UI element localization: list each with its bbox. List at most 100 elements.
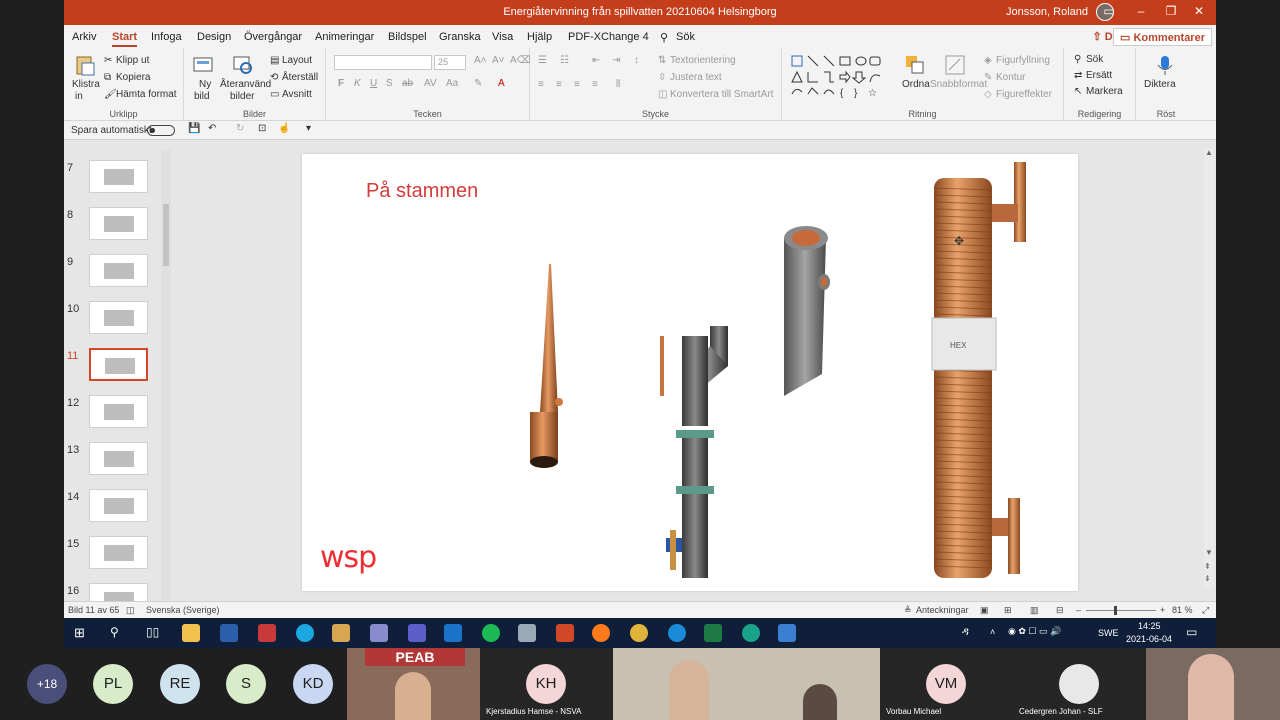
media-player-icon[interactable] <box>332 624 350 642</box>
firefox-icon[interactable] <box>592 624 610 642</box>
tab-arkiv[interactable]: Arkiv <box>72 31 96 43</box>
align-right-icon[interactable]: ≡ <box>574 79 580 90</box>
app-ms-icon[interactable] <box>258 624 276 642</box>
comments-button[interactable]: ▭ Kommentarer <box>1113 28 1212 46</box>
outline-icon[interactable]: ✎ <box>984 72 992 83</box>
select-icon[interactable]: ↖ <box>1074 86 1082 97</box>
slide-thumbnail[interactable] <box>89 160 148 193</box>
columns-icon[interactable]: ⫴ <box>616 79 620 90</box>
copper-heat-exchanger-image[interactable]: HEX <box>922 158 1042 584</box>
ribbon-display-icon[interactable]: ▭ <box>1098 4 1120 20</box>
reset-button[interactable]: Återställ <box>282 72 318 83</box>
dictate-button[interactable]: Diktera <box>1144 79 1176 90</box>
tab-design[interactable]: Design <box>197 31 231 43</box>
internet-explorer-icon[interactable] <box>668 624 686 642</box>
arrange-button[interactable]: Ordna <box>902 79 930 90</box>
reset-icon[interactable]: ⟲ <box>270 72 278 83</box>
shapes-gallery[interactable]: {} ☆ <box>790 54 890 98</box>
notification-icon[interactable]: ▭ <box>1186 625 1197 639</box>
slide-thumbnail[interactable] <box>89 395 148 428</box>
paint-icon[interactable] <box>518 624 536 642</box>
windows-start-icon[interactable]: ⊞ <box>74 625 85 641</box>
paste-button[interactable]: Klistra <box>72 79 100 90</box>
video-tile-3[interactable] <box>613 648 880 720</box>
zoom-in-icon[interactable]: + <box>1160 605 1165 615</box>
touch-mode-icon[interactable]: ☝ <box>278 123 290 134</box>
align-left-icon[interactable]: ≡ <box>538 79 544 90</box>
new-slide-button-line2[interactable]: bild <box>194 91 210 102</box>
slide-thumbnail[interactable] <box>89 348 148 381</box>
reading-view-icon[interactable]: ▥ <box>1030 605 1039 616</box>
copy-icon[interactable]: ⧉ <box>104 72 111 83</box>
slide-thumbnail[interactable] <box>89 489 148 522</box>
find-button[interactable]: Sök <box>1086 54 1103 65</box>
slide-thumbnail[interactable] <box>89 536 148 569</box>
tab-granska[interactable]: Granska <box>439 31 481 43</box>
language-indicator[interactable]: Svenska (Sverige) <box>146 605 220 615</box>
underline-button[interactable]: U <box>370 78 377 89</box>
grow-font-icon[interactable]: A˄ <box>474 55 487 66</box>
zoom-level[interactable]: 81 % <box>1172 605 1193 615</box>
accessibility-icon[interactable]: ◫ <box>126 605 135 616</box>
teams-icon[interactable] <box>408 624 426 642</box>
slide-thumbnail[interactable] <box>89 254 148 287</box>
smartart-button[interactable]: Konvertera till SmartArt <box>670 89 773 100</box>
char-spacing-icon[interactable]: AV <box>424 78 437 89</box>
justify-icon[interactable]: ≡ <box>592 79 598 90</box>
video-tile-4[interactable]: VM Vorbau Michael <box>880 648 1013 720</box>
new-slide-button[interactable]: Ny <box>199 79 211 90</box>
zoom-slider[interactable] <box>1086 610 1156 611</box>
app-globe-icon[interactable] <box>742 624 760 642</box>
taskbar-search-icon[interactable]: ⚲ <box>110 625 119 639</box>
replace-icon[interactable]: ⇄ <box>1074 70 1082 81</box>
present-icon[interactable]: ⊡ <box>258 123 266 134</box>
tab-visa[interactable]: Visa <box>492 31 513 43</box>
tray-icons[interactable]: ◉ ✿ ☐ ▭ 🔊 <box>1008 626 1061 637</box>
slide-scrollbar[interactable]: ▲ ▼ ⇞ ⇟ <box>1204 148 1214 588</box>
font-name-field[interactable] <box>334 55 432 70</box>
participant-avatar[interactable]: S <box>226 664 266 704</box>
numbering-icon[interactable]: ☷ <box>560 55 569 66</box>
notes-button[interactable]: Anteckningar <box>916 605 969 615</box>
user-name[interactable]: Jonsson, Roland <box>1006 6 1088 18</box>
scroll-up-icon[interactable]: ▲ <box>1205 148 1213 157</box>
find-icon[interactable]: ⚲ <box>1074 54 1081 65</box>
participant-avatar[interactable]: KD <box>293 664 333 704</box>
clear-format-icon[interactable]: A⌫ <box>510 55 531 66</box>
tray-expand-icon[interactable]: ˄ <box>990 627 995 637</box>
slide-thumbnail[interactable] <box>89 442 148 475</box>
clock-date[interactable]: 2021-06-04 <box>1126 634 1172 644</box>
thumbnail-scrollbar[interactable] <box>161 150 171 600</box>
paste-button-line2[interactable]: in <box>75 91 83 102</box>
copper-cone-pipe-image[interactable] <box>522 262 572 468</box>
snipping-tool-icon[interactable] <box>370 624 388 642</box>
drain-stack-image[interactable] <box>654 326 732 580</box>
new-slide-icon[interactable] <box>192 54 214 76</box>
prev-slide-icon[interactable]: ⇞ <box>1204 562 1211 571</box>
format-painter-icon[interactable]: 🖌 <box>104 89 117 100</box>
font-color-icon[interactable]: A <box>498 78 505 89</box>
tab-overgangar[interactable]: Övergångar <box>244 31 302 43</box>
layout-icon[interactable]: ▤ <box>270 55 279 66</box>
tab-bildspel[interactable]: Bildspel <box>388 31 427 43</box>
slide-canvas[interactable]: På stammen HEX wsp ✥ <box>302 154 1078 591</box>
clock-time[interactable]: 14:25 <box>1138 621 1161 631</box>
tab-start[interactable]: Start <box>112 31 138 47</box>
word-icon[interactable] <box>220 624 238 642</box>
close-icon[interactable]: ✕ <box>1188 4 1210 20</box>
shape-effects-button[interactable]: Figureffekter <box>996 89 1052 100</box>
replace-button[interactable]: Ersätt <box>1086 70 1112 81</box>
zoom-out-icon[interactable]: – <box>1076 605 1081 615</box>
tab-animeringar[interactable]: Animeringar <box>315 31 374 43</box>
align-center-icon[interactable]: ≡ <box>556 79 562 90</box>
strikethrough-button[interactable]: ab <box>402 78 413 89</box>
video-tile-6[interactable] <box>1146 648 1280 720</box>
chrome-icon[interactable] <box>630 624 648 642</box>
font-size-field[interactable]: 25 <box>434 55 466 70</box>
powerpoint-icon[interactable] <box>556 624 574 642</box>
video-tile-5[interactable]: Cedergren Johan - SLF <box>1013 648 1146 720</box>
customize-qat-icon[interactable]: ▾ <box>306 123 311 134</box>
highlight-icon[interactable]: ✎ <box>474 78 482 89</box>
redo-icon[interactable]: ↻ <box>236 123 244 134</box>
layout-button[interactable]: Layout <box>282 55 312 66</box>
